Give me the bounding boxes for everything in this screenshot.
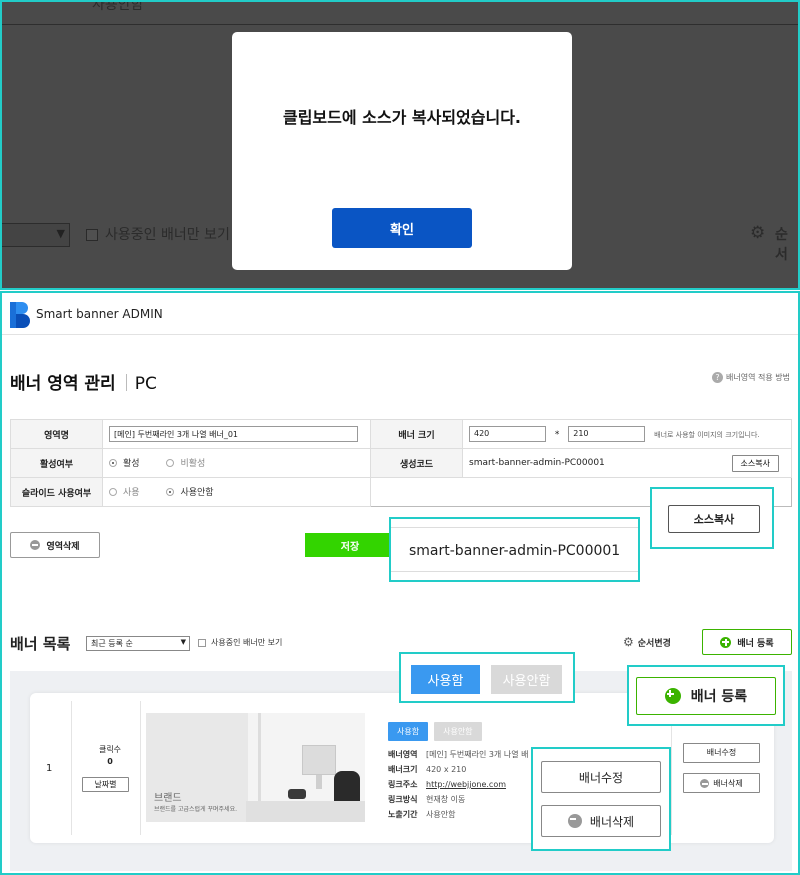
plus-icon	[720, 636, 732, 648]
radio-active[interactable]: 활성	[109, 456, 140, 469]
checkbox-dimmed	[86, 229, 98, 241]
alert-modal: 클립보드에 소스가 복사되었습니다. 확인	[232, 32, 572, 270]
banner-info: 배너영역 [메인] 두번째라인 3개 나열 배 배너크기 420 x 210 링크주…	[388, 750, 529, 819]
confirm-button[interactable]: 확인	[332, 208, 472, 248]
gear-icon: ⚙	[623, 635, 634, 649]
size-value: 420 x 210	[426, 765, 467, 774]
banner-size-label: 배너 크기	[370, 419, 463, 449]
copy-source-button[interactable]: 소스복사	[731, 455, 779, 472]
save-button[interactable]: 저장	[305, 533, 395, 557]
header: Smart banner ADMIN	[2, 293, 798, 335]
sort-select-dimmed: ▼	[2, 223, 70, 247]
radio-slide-use[interactable]: 사용	[109, 485, 140, 498]
zoom-add-banner: 배너 등록	[627, 665, 785, 726]
ghost-text: 사용안함	[92, 0, 144, 13]
size-separator: *	[554, 429, 560, 440]
image-brand-text: 브랜드	[154, 793, 182, 804]
delete-area-button[interactable]: 영역삭제	[10, 532, 100, 558]
page-title: 배너 영역 관리 PC	[10, 369, 157, 394]
used-only-label-dimmed: 사용중인 배너만 보기	[105, 227, 230, 243]
height-input[interactable]: 210	[568, 426, 646, 442]
modal-message: 클립보드에 소스가 복사되었습니다.	[282, 108, 522, 127]
zoom-add-banner-button[interactable]: 배너 등록	[636, 677, 776, 715]
minus-icon	[700, 778, 710, 788]
platform-label: PC	[134, 374, 157, 394]
list-title: 배너 목록	[10, 635, 71, 653]
link-value[interactable]: http://webjjone.com	[426, 780, 506, 789]
nouse-button[interactable]: 사용안함	[434, 722, 482, 741]
radio-inactive[interactable]: 비활성	[166, 456, 205, 469]
chevron-down-icon: ▼	[56, 227, 65, 240]
gear-icon: ⚙	[750, 223, 766, 243]
zoom-edit-button[interactable]: 배너수정	[541, 761, 661, 793]
zoom-code: smart-banner-admin-PC00001	[389, 517, 640, 582]
banner-image: 브랜드 브랜드를 고급스럽게 꾸며주세요.	[146, 713, 365, 822]
clicks-label: 클릭수	[98, 745, 122, 754]
zoom-use-toggle: 사용함 사용안함	[399, 652, 575, 703]
gen-code-value: smart-banner-admin-PC00001	[469, 458, 605, 468]
page-title-text: 배너 영역 관리	[10, 374, 116, 394]
logo-icon	[10, 302, 30, 328]
zoom-edit-delete: 배너수정 배너삭제	[531, 747, 671, 851]
chevron-down-icon: ▼	[180, 638, 186, 646]
zoom-nouse-button[interactable]: 사용안함	[491, 665, 562, 694]
admin-page: Smart banner ADMIN 배너 영역 관리 PC ? 배너영역 적용 방…	[0, 291, 800, 875]
used-only-checkbox[interactable]: 사용중인 배너만 보기	[198, 637, 282, 648]
delete-banner-button[interactable]: 배너삭제	[683, 773, 760, 793]
dimmed-background: 사용안함 ▼ 사용중인 배너만 보기 ⚙ 순서 클립보드에 소스가 복사되었습니…	[0, 0, 800, 290]
help-link[interactable]: ? 배너영역 적용 방법	[712, 372, 790, 383]
width-input[interactable]: 420	[469, 426, 546, 442]
zoom-copy-source-button[interactable]: 소스복사	[668, 505, 760, 533]
divider	[2, 24, 798, 25]
active-label: 활성여부	[10, 448, 103, 478]
plus-icon	[664, 688, 681, 704]
zoom-delete-button[interactable]: 배너삭제	[541, 805, 661, 837]
size-note: 배너로 사용할 이미지의 크기입니다.	[654, 430, 760, 439]
method-value: 현재창 이동	[426, 795, 466, 804]
minus-icon	[30, 540, 41, 550]
area-name-label: 영역명	[10, 419, 103, 449]
order-label-dimmed: 순서	[775, 227, 788, 263]
zoom-copy-source: 소스복사	[650, 487, 774, 549]
area-value: [메인] 두번째라인 3개 나열 배	[426, 750, 529, 759]
area-name-input[interactable]: [메인] 두번째라인 3개 나열 배너_01	[109, 426, 358, 442]
clicks-box: 클릭수 0	[80, 744, 140, 766]
clicks-value: 0	[107, 757, 113, 766]
gen-code-label: 생성코드	[370, 448, 463, 478]
use-toggle: 사용함 사용안함	[388, 719, 482, 741]
zoom-code-value: smart-banner-admin-PC00001	[409, 543, 621, 559]
question-icon: ?	[712, 372, 724, 383]
minus-icon	[567, 814, 582, 828]
brand-name: Smart banner ADMIN	[36, 307, 163, 321]
help-link-label: 배너영역 적용 방법	[726, 373, 790, 382]
banner-index: 1	[46, 763, 53, 774]
period-value: 사용안함	[426, 810, 456, 819]
add-banner-button[interactable]: 배너 등록	[702, 629, 792, 655]
image-sub-text: 브랜드를 고급스럽게 꾸며주세요.	[154, 806, 238, 813]
date-button[interactable]: 날짜별	[82, 777, 129, 792]
zoom-use-button[interactable]: 사용함	[411, 665, 480, 694]
use-button[interactable]: 사용함	[388, 722, 429, 741]
sort-select[interactable]: 최근 등록 순 ▼	[86, 636, 190, 651]
radio-slide-nouse[interactable]: 사용안함	[166, 485, 214, 498]
edit-banner-button[interactable]: 배너수정	[683, 743, 760, 763]
reorder-button[interactable]: ⚙ 순서변경	[623, 635, 671, 649]
slide-label: 슬라이드 사용여부	[10, 477, 103, 507]
